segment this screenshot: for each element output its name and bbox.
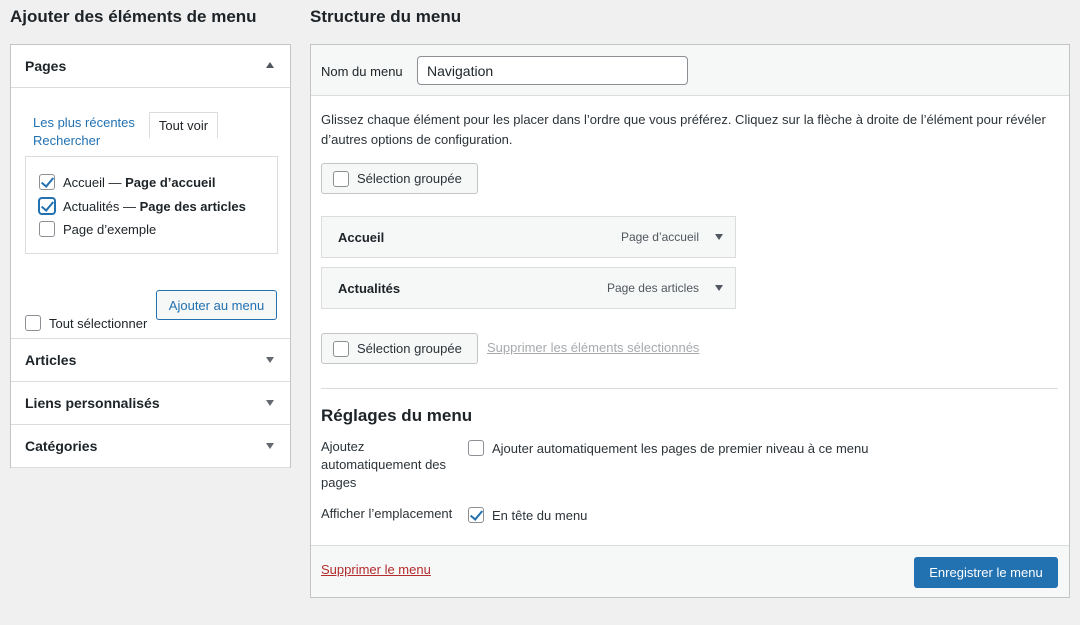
menu-name-label: Nom du menu: [321, 64, 403, 79]
pages-section-header[interactable]: Pages: [11, 45, 290, 88]
categories-section-label: Catégories: [25, 438, 98, 454]
bulk-select-label: Sélection groupée: [357, 171, 462, 186]
page-item-accueil[interactable]: Accueil — Page d’accueil: [39, 174, 215, 190]
bulk-select-checkbox[interactable]: [333, 340, 349, 357]
tab-search[interactable]: Rechercher: [33, 133, 100, 148]
collapse-arrow-icon[interactable]: [266, 62, 274, 68]
menu-settings-title: Réglages du menu: [321, 406, 473, 425]
save-menu-button[interactable]: Enregistrer le menu: [914, 557, 1058, 588]
add-menu-items-title: Ajouter des éléments de menu: [10, 7, 257, 26]
select-all-checkbox[interactable]: [25, 315, 41, 331]
menu-item-title: Actualités: [338, 281, 401, 296]
page-item-label: Actualités —: [63, 198, 140, 214]
menu-item-type: Page des articles: [606, 281, 699, 295]
menu-name-bar: Nom du menu Navigation: [311, 45, 1069, 96]
location-checkbox[interactable]: [468, 507, 484, 523]
select-all-row[interactable]: Tout sélectionner: [25, 315, 147, 331]
page-item-label: Page d’exemple: [63, 221, 157, 237]
auto-add-option-label: Ajouter automatiquement les pages de pre…: [492, 440, 869, 456]
expand-arrow-icon[interactable]: [266, 400, 274, 406]
location-option-label: En tête du menu: [492, 507, 588, 523]
page-item-exemple[interactable]: Page d’exemple: [39, 221, 156, 237]
tab-most-recent[interactable]: Les plus récentes: [33, 115, 135, 130]
menu-item-title: Accueil: [338, 230, 385, 245]
pages-section-label: Pages: [25, 58, 67, 74]
drag-instructions: Glissez chaque élément pour les placer d…: [321, 112, 1046, 147]
menu-footer: Supprimer le menu Enregistrer le menu: [311, 545, 1069, 597]
auto-add-checkbox[interactable]: [468, 440, 484, 456]
page-item-state: Page d’accueil: [125, 174, 216, 190]
categories-section-header[interactable]: Catégories: [11, 425, 290, 468]
bulk-select-label: Sélection groupée: [357, 341, 462, 356]
expand-arrow-icon[interactable]: [266, 357, 274, 363]
menu-items-panel: Pages Les plus récentes Tout voir Recher…: [10, 44, 291, 468]
pages-checklist: Accueil — Page d’accueil Actualités — Pa…: [25, 156, 278, 254]
bulk-select-top[interactable]: Sélection groupée: [321, 163, 478, 194]
articles-section-label: Articles: [25, 352, 77, 368]
articles-section-header[interactable]: Articles: [11, 339, 290, 382]
custom-links-section-label: Liens personnalisés: [25, 395, 160, 411]
page-item-actualites[interactable]: Actualités — Page des articles: [39, 198, 246, 214]
auto-add-label: Ajoutez automatiquement des pages: [321, 439, 447, 490]
tab-view-all[interactable]: Tout voir: [149, 112, 218, 138]
location-option[interactable]: En tête du menu: [468, 507, 587, 523]
divider: [321, 388, 1058, 389]
menu-item-type: Page d’accueil: [620, 230, 699, 244]
auto-add-option[interactable]: Ajouter automatiquement les pages de pre…: [468, 440, 869, 456]
menu-name-input[interactable]: Navigation: [417, 56, 688, 85]
expand-arrow-icon[interactable]: [715, 285, 723, 291]
bulk-select-checkbox[interactable]: [333, 170, 349, 187]
page-item-label: Accueil —: [63, 174, 126, 190]
bulk-select-bottom[interactable]: Sélection groupée: [321, 333, 478, 364]
page-checkbox[interactable]: [39, 221, 55, 237]
delete-menu-link[interactable]: Supprimer le menu: [321, 562, 431, 577]
expand-arrow-icon[interactable]: [266, 443, 274, 449]
page-checkbox[interactable]: [39, 174, 55, 190]
menu-structure-title: Structure du menu: [310, 7, 462, 26]
location-label: Afficher l’emplacement: [321, 506, 453, 521]
page-item-state: Page des articles: [139, 198, 246, 214]
menu-item-actualites[interactable]: Actualités Page des articles: [321, 267, 736, 309]
delete-selected-link[interactable]: Supprimer les éléments sélectionnés: [487, 340, 699, 355]
page-checkbox[interactable]: [39, 198, 55, 214]
pages-section-body: Les plus récentes Tout voir Rechercher A…: [11, 88, 290, 339]
menu-structure-panel: Nom du menu Navigation Glissez chaque él…: [310, 44, 1070, 598]
expand-arrow-icon[interactable]: [715, 234, 723, 240]
select-all-label: Tout sélectionner: [49, 315, 148, 331]
custom-links-section-header[interactable]: Liens personnalisés: [11, 382, 290, 425]
menu-item-accueil[interactable]: Accueil Page d’accueil: [321, 216, 736, 258]
add-to-menu-button[interactable]: Ajouter au menu: [156, 290, 277, 320]
